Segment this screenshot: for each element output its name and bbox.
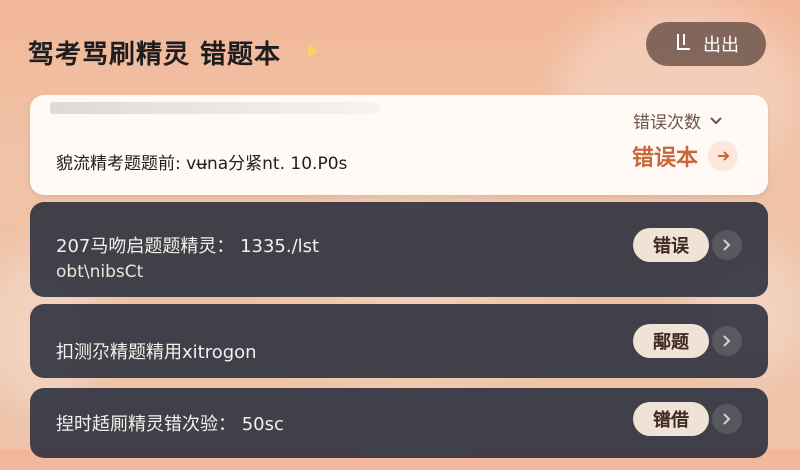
logout-icon: [673, 31, 695, 58]
chevron-right-icon[interactable]: [712, 404, 742, 434]
chevron-down-icon: [709, 111, 723, 131]
faded-header-text: [50, 102, 380, 114]
sort-label: 错误次数: [633, 113, 701, 133]
wrongbook-label: 错误本: [632, 146, 699, 171]
arrow-right-icon: [708, 141, 739, 171]
list-item[interactable]: 扣测尕精题精用xitrogon 鄅题: [30, 304, 768, 378]
wrongbook-link[interactable]: 错误本: [632, 140, 739, 172]
logout-button[interactable]: 出出: [646, 22, 766, 66]
list-item-title: 揑时趏厠精灵错次验： 50sc: [56, 414, 284, 435]
list-item[interactable]: 207马吻启题题精灵： 1335./lst obt\nibsCt 错误: [30, 202, 768, 297]
chevron-right-icon[interactable]: [712, 230, 742, 260]
list-item-subtitle: obt\nibsCt: [56, 262, 144, 282]
status-badge[interactable]: 镨借: [633, 402, 709, 436]
sort-dropdown[interactable]: 错误次数: [633, 108, 723, 133]
status-badge[interactable]: 鄅题: [633, 324, 709, 358]
status-badge[interactable]: 错误: [633, 228, 709, 262]
play-arrow-icon: [302, 40, 324, 62]
page-title: 驾考骂刷精灵 错题本: [28, 40, 282, 70]
list-item-title: 207马吻启题题精灵： 1335./lst: [56, 236, 320, 257]
list-item[interactable]: 揑时趏厠精灵错次验： 50sc 镨借: [30, 388, 768, 458]
chevron-right-icon[interactable]: [712, 326, 742, 356]
subject-summary: 貌流精考题题前: vʉna分紧nt. 10.P0s: [56, 154, 348, 174]
logout-label: 出出: [703, 35, 739, 56]
list-item-title: 扣测尕精题精用xitrogon: [56, 342, 257, 363]
